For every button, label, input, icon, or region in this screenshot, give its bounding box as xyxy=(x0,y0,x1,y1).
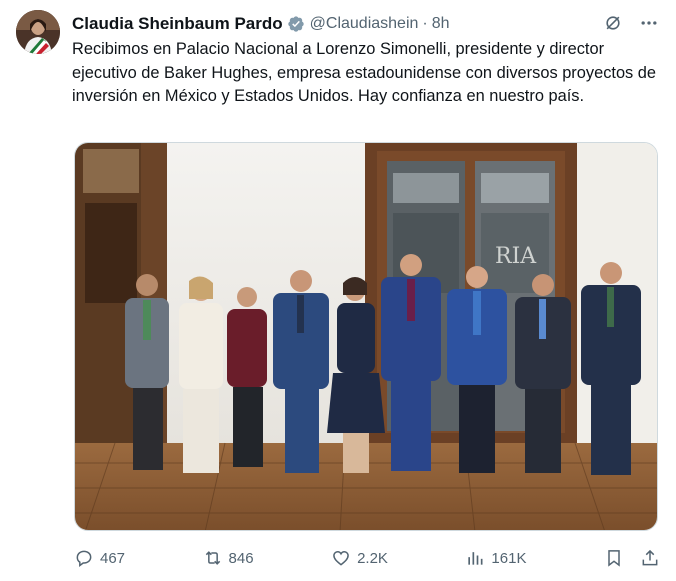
verified-badge-icon[interactable] xyxy=(287,15,305,33)
share-button[interactable] xyxy=(640,548,660,568)
more-icon[interactable] xyxy=(638,12,660,34)
like-icon xyxy=(333,550,349,566)
reply-button[interactable]: 467 xyxy=(74,548,125,568)
views-icon xyxy=(468,552,483,565)
views-button[interactable]: 161K xyxy=(465,548,526,568)
repost-button[interactable]: 846 xyxy=(203,548,254,568)
tweet-action-bar: 467 846 2.2K 161K xyxy=(74,544,660,572)
grok-icon[interactable] xyxy=(602,12,624,34)
bookmark-icon xyxy=(608,550,620,567)
bookmark-button[interactable] xyxy=(604,548,624,568)
author-handle[interactable]: @Claudiashein xyxy=(310,15,419,33)
timestamp[interactable]: 8h xyxy=(432,15,450,33)
views-count: 161K xyxy=(491,549,527,567)
reply-count: 467 xyxy=(100,549,126,567)
repost-count: 846 xyxy=(228,549,254,567)
avatar[interactable] xyxy=(16,10,60,54)
repost-icon xyxy=(205,551,220,565)
author-name[interactable]: Claudia Sheinbaum Pardo xyxy=(72,14,283,34)
tweet-header: Claudia Sheinbaum Pardo @Claudiashein · … xyxy=(72,12,660,36)
like-count: 2.2K xyxy=(357,549,388,567)
photo-sign-text: RIA xyxy=(495,244,537,269)
reply-icon xyxy=(76,550,92,567)
share-icon xyxy=(642,549,658,566)
like-button[interactable]: 2.2K xyxy=(331,548,388,568)
tweet-photo[interactable]: RIA xyxy=(74,142,658,531)
separator-dot: · xyxy=(422,15,428,32)
tweet-text: Recibimos en Palacio Nacional a Lorenzo … xyxy=(72,40,657,105)
